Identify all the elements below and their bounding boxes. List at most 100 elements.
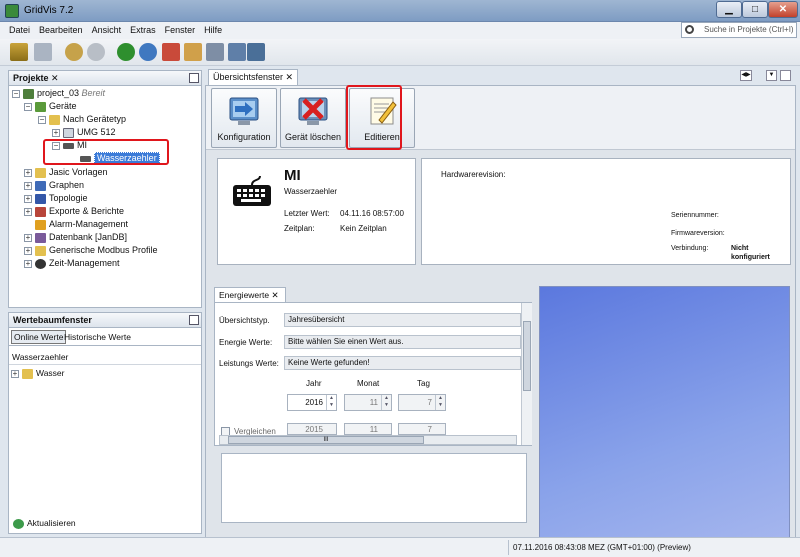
energy-label: Energie Werte: <box>219 338 273 347</box>
expand-icon[interactable]: + <box>11 369 19 378</box>
close-tab-icon[interactable]: ✕ <box>271 290 278 300</box>
menu-ansicht[interactable]: Ansicht <box>92 25 122 35</box>
folder-icon <box>22 368 33 379</box>
tree-graphen[interactable]: + Graphen <box>24 179 84 192</box>
power-select[interactable]: Keine Werte gefunden! <box>284 356 521 370</box>
devices-icon <box>35 101 46 112</box>
day-stepper[interactable]: 7 ▲ ▼ <box>398 394 446 411</box>
close-button[interactable]: ✕ <box>768 1 798 18</box>
tab-uebersichtsfenster[interactable]: Übersichtsfenster ✕ <box>208 69 298 85</box>
tree-project[interactable]: − project_03 Bereit <box>12 87 105 100</box>
col-year: Jahr <box>306 379 322 388</box>
tree-datenbank[interactable]: + Datenbank [JanDB] <box>24 231 127 244</box>
scroll-left-icon[interactable]: ◀▶ <box>740 70 752 81</box>
expand-icon[interactable]: + <box>24 207 32 216</box>
expand-icon[interactable]: + <box>52 128 60 137</box>
online-icon[interactable] <box>117 43 135 61</box>
overview-label: Übersichtstyp. <box>219 316 270 325</box>
alarm-icon <box>35 219 46 230</box>
clock-icon <box>35 258 46 269</box>
search-input[interactable]: Suche in Projekte (Ctrl+I) <box>681 22 797 38</box>
tab-energiewerte[interactable]: Energiewerte ✕ <box>214 287 286 303</box>
expand-icon[interactable]: + <box>24 246 32 255</box>
horizontal-scrollbar[interactable]: III <box>219 435 517 445</box>
hardware-card: Hardwarerevision: Seriennummer: Firmware… <box>421 158 791 265</box>
col-month: Monat <box>357 379 380 388</box>
editor-panel: Konfiguration Gerät löschen Editieren MI <box>205 85 796 550</box>
menu-fenster[interactable]: Fenster <box>165 25 196 35</box>
undo-icon[interactable] <box>65 43 83 61</box>
menu-bar: Datei Bearbeiten Ansicht Extras Fenster Hilfe <box>0 22 800 39</box>
year-stepper[interactable]: 2016 ▲ ▼ <box>287 394 337 411</box>
menu-bearbeiten[interactable]: Bearbeiten <box>39 25 83 35</box>
projects-panel-title: Projekte <box>13 73 49 83</box>
tools-icon[interactable] <box>184 43 202 61</box>
collapse-icon[interactable]: − <box>38 115 46 124</box>
minimize-panel-button[interactable] <box>189 315 199 325</box>
connection-value-2: konfiguriert <box>731 254 770 261</box>
scrollbar-thumb[interactable] <box>523 321 531 391</box>
close-tab-icon[interactable]: ✕ <box>51 73 59 83</box>
maximize-editor-icon[interactable] <box>780 70 791 81</box>
stepper-arrows-icon[interactable]: ▲ ▼ <box>326 395 336 410</box>
close-tab-icon[interactable]: ✕ <box>286 72 294 82</box>
network-icon[interactable] <box>247 43 265 61</box>
compare-month-stepper[interactable]: 11 <box>344 423 392 435</box>
window-title: GridVis 7.2 <box>24 5 74 16</box>
scrollbar-thumb[interactable]: III <box>228 436 424 444</box>
schedule-label: Zeitplan: <box>284 224 315 233</box>
expand-icon[interactable]: + <box>24 259 32 268</box>
sync-icon[interactable] <box>139 43 157 61</box>
refresh-button[interactable]: Aktualisieren <box>13 518 76 529</box>
redo-icon[interactable] <box>87 43 105 61</box>
tree-exporte[interactable]: + Exporte & Berichte <box>24 205 124 218</box>
month-stepper[interactable]: 11 ▲ ▼ <box>344 394 392 411</box>
tree-nach-geraetetyp[interactable]: − Nach Gerätetyp <box>38 113 126 126</box>
tree-modbus[interactable]: + Generische Modbus Profile <box>24 244 158 257</box>
tree-alarm[interactable]: Alarm-Management <box>24 218 128 231</box>
expand-icon[interactable]: + <box>24 194 32 203</box>
minimize-button[interactable]: ▁ <box>716 1 742 18</box>
save-all-icon[interactable] <box>34 43 52 61</box>
minimize-panel-button[interactable] <box>189 73 199 83</box>
tree-jasic[interactable]: + Jasic Vorlagen <box>24 166 108 179</box>
collapse-icon[interactable]: − <box>12 89 20 98</box>
projects-tree: − project_03 Bereit − Geräte − Nach Gerätet… <box>8 86 202 308</box>
konfiguration-button[interactable]: Konfiguration <box>211 88 277 148</box>
overview-select[interactable]: Jahresübersicht <box>284 313 521 327</box>
expand-icon[interactable]: + <box>24 233 32 242</box>
import-icon[interactable] <box>162 43 180 61</box>
tree-topologie[interactable]: + Topologie <box>24 192 88 205</box>
collapse-icon[interactable]: − <box>24 102 32 111</box>
wertebaum-panel-header: Wertebaumfenster <box>8 312 202 328</box>
stepper-arrows-icon[interactable]: ▲ ▼ <box>381 395 391 410</box>
highlight-mi-box <box>43 139 169 165</box>
maximize-button[interactable]: □ <box>742 1 768 18</box>
tree-zeit[interactable]: + Zeit-Management <box>24 257 120 270</box>
topology-icon <box>35 193 46 204</box>
compare-day-stepper[interactable]: 7 <box>398 423 446 435</box>
tab-online-werte[interactable]: Online Werte <box>11 330 67 344</box>
schedule-value: Kein Zeitplan <box>340 224 387 233</box>
stepper-arrows-icon[interactable]: ▲ ▼ <box>435 395 445 410</box>
status-time: 07.11.2016 08:43:08 MEZ (GMT+01:00) (Pre… <box>508 540 691 555</box>
device-icon[interactable] <box>228 43 246 61</box>
tree-umg512[interactable]: + UMG 512 <box>52 126 116 139</box>
expand-icon[interactable]: + <box>24 181 32 190</box>
geraet-loeschen-button[interactable]: Gerät löschen <box>280 88 346 148</box>
vertical-scrollbar[interactable] <box>521 303 532 445</box>
tree-geraete[interactable]: − Geräte <box>24 100 77 113</box>
energy-result-area <box>221 453 527 523</box>
menu-hilfe[interactable]: Hilfe <box>204 25 222 35</box>
new-project-icon[interactable] <box>10 43 28 61</box>
menu-extras[interactable]: Extras <box>130 25 156 35</box>
energy-select[interactable]: Bitte wählen Sie einen Wert aus. <box>284 335 521 349</box>
menu-datei[interactable]: Datei <box>9 25 30 35</box>
tab-historische-werte[interactable]: Historische Werte <box>64 331 131 343</box>
last-value-label: Letzter Wert: <box>284 209 330 218</box>
expand-icon[interactable]: + <box>24 168 32 177</box>
compare-year-stepper[interactable]: 2015 <box>287 423 337 435</box>
tab-list-icon[interactable]: ▼ <box>766 70 777 81</box>
wertebaum-item-wasser[interactable]: + Wasser <box>11 368 65 379</box>
calculator-icon[interactable] <box>206 43 224 61</box>
